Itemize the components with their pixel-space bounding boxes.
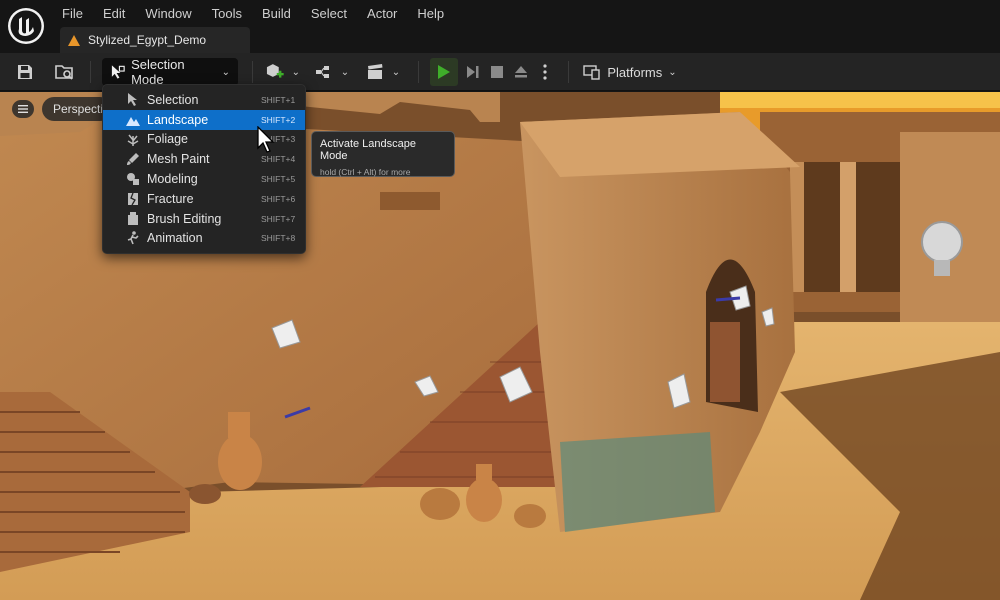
brush-editing-icon [125,211,141,226]
mode-item-shortcut: SHIFT+6 [261,193,296,204]
chevron-down-icon: ⌄ [221,66,230,78]
mode-item-brush-editing[interactable]: Brush Editing SHIFT+7 [103,209,305,229]
eject-button[interactable] [510,58,532,86]
unreal-logo-icon[interactable] [6,6,46,46]
title-bar: File Edit Window Tools Build Select Acto… [0,0,1000,53]
add-actor-button[interactable]: ⌄ [264,58,300,86]
mode-item-animation[interactable]: Animation SHIFT+8 [103,229,305,249]
mode-item-shortcut: SHIFT+5 [261,174,296,185]
animation-icon [125,231,141,245]
folder-search-icon [55,65,73,80]
hamburger-menu-icon [18,105,28,113]
blueprint-button[interactable]: ⌄ [314,58,350,86]
menu-actor[interactable]: Actor [357,0,407,26]
skip-forward-icon [467,66,479,78]
toolbar-separator [90,61,91,83]
fracture-icon [125,192,141,206]
tooltip-hint: hold (Ctrl + Alt) for more [320,167,411,177]
mode-item-shortcut: SHIFT+4 [261,154,296,165]
play-icon [438,65,450,79]
mode-item-shortcut: SHIFT+1 [261,94,296,105]
mode-item-label: Mesh Paint [147,152,210,167]
platforms-label: Platforms [607,64,663,80]
toolbar-separator [252,61,253,83]
menu-window[interactable]: Window [135,0,201,26]
tooltip-title: Activate Landscape Mode [320,138,417,162]
stop-button[interactable] [486,58,508,86]
mode-item-shortcut: SHIFT+2 [261,114,296,125]
clapperboard-icon [367,64,383,79]
mode-item-label: Animation [147,231,203,246]
document-tab-title: Stylized_Egypt_Demo [88,33,207,47]
chevron-down-icon: ⌄ [340,66,350,78]
chevron-down-icon: ⌄ [668,66,677,78]
stop-icon [491,66,503,78]
play-button[interactable] [430,58,458,86]
platforms-button[interactable]: Platforms ⌄ [582,58,678,86]
level-icon [68,34,80,46]
menu-help[interactable]: Help [407,0,454,26]
advance-frame-button[interactable] [462,58,484,86]
foliage-icon [125,132,141,147]
toolbar-separator [568,61,569,83]
selection-mode-button[interactable]: Selection Mode ⌄ [102,57,238,87]
content-browser-button[interactable] [52,58,78,86]
mode-item-label: Brush Editing [147,211,222,226]
blueprint-icon [315,66,329,78]
mode-item-label: Foliage [147,132,188,147]
mode-item-label: Fracture [147,191,194,206]
play-options-button[interactable] [536,58,554,86]
mode-item-shortcut: SHIFT+7 [261,213,296,224]
menu-select[interactable]: Select [301,0,357,26]
modeling-icon [125,172,141,186]
more-vertical-icon [543,64,547,80]
mode-dropdown-menu: Selection SHIFT+1 Landscape SHIFT+2 Foli… [102,84,306,254]
chevron-down-icon: ⌄ [291,66,300,78]
eject-icon [515,66,527,78]
mode-item-shortcut: SHIFT+8 [261,233,296,244]
selection-icon [125,92,141,107]
mode-item-fracture[interactable]: Fracture SHIFT+6 [103,189,305,209]
menu-file[interactable]: File [52,0,93,26]
menu-bar: File Edit Window Tools Build Select Acto… [52,0,454,26]
mesh-paint-icon [125,152,141,166]
landscape-icon [125,113,141,127]
mode-item-selection[interactable]: Selection SHIFT+1 [103,90,305,110]
chevron-down-icon: ⌄ [391,66,401,78]
cinematics-button[interactable]: ⌄ [364,58,402,86]
cursor-mode-icon [111,65,125,79]
landscape-mode-tooltip: Activate Landscape Mode hold (Ctrl + Alt… [311,131,455,177]
viewport-options-button[interactable] [12,100,34,118]
mode-item-label: Landscape [147,112,209,127]
menu-build[interactable]: Build [252,0,301,26]
mode-item-label: Modeling [147,172,198,187]
menu-edit[interactable]: Edit [93,0,135,26]
mouse-cursor-icon [257,126,275,153]
selection-mode-label: Selection Mode [131,57,185,87]
mode-item-label: Selection [147,92,199,107]
save-icon [18,65,32,79]
mode-item-modeling[interactable]: Modeling SHIFT+5 [103,169,305,189]
menu-tools[interactable]: Tools [202,0,252,26]
save-button[interactable] [14,58,36,86]
platforms-icon [583,65,601,80]
add-actor-icon [266,64,284,78]
document-tab[interactable]: Stylized_Egypt_Demo [60,27,250,53]
toolbar-separator [418,61,419,83]
